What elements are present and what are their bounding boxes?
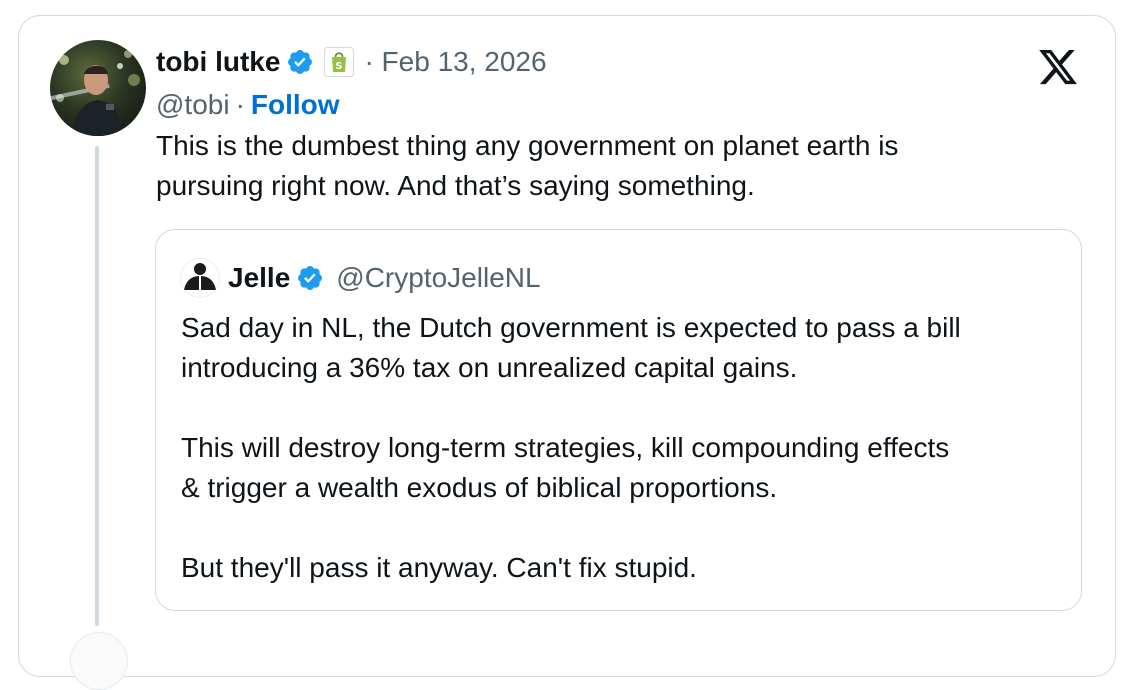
quoted-text-line: This will destroy long-term strategies, … [181,432,950,463]
tweet-text-line: This is the dumbest thing any government… [156,130,899,161]
separator: · [235,89,245,120]
quoted-tweet[interactable]: Jelle @CryptoJelleNL Sad day in NL, the … [155,229,1082,611]
follow-button[interactable]: Follow [251,89,340,121]
tweet-text: This is the dumbest thing any government… [156,126,1036,206]
thread-connector-line [95,146,99,626]
author-handle[interactable]: @tobi [156,89,230,121]
verified-badge-icon [286,48,314,76]
quoted-text-line: Sad day in NL, the Dutch government is e… [181,312,961,343]
quoted-author-name[interactable]: Jelle [228,262,290,294]
quoted-tweet-text: Sad day in NL, the Dutch government is e… [181,308,1061,588]
quoted-author-handle[interactable]: @CryptoJelleNL [336,262,540,294]
quoted-text-line: introducing a 36% tax on unrealized capi… [181,352,798,383]
quoted-text-line: & trigger a wealth exodus of biblical pr… [181,472,778,503]
shopify-bag-icon[interactable]: S [324,47,355,77]
next-reply-avatar [70,632,128,690]
tweet-text-line: pursuing right now. And that’s saying so… [156,170,755,201]
avatar[interactable] [50,40,146,136]
quoted-text-line: But they'll pass it anyway. Can't fix st… [181,552,697,583]
quoted-avatar[interactable] [180,258,220,298]
tweet-date[interactable]: · Feb 13, 2026 [364,46,546,78]
author-name[interactable]: tobi lutke [156,46,280,78]
verified-badge-icon [296,264,324,292]
quoted-tweet-header: Jelle @CryptoJelleNL [180,258,541,298]
svg-text:S: S [336,61,343,72]
x-logo-icon[interactable] [1036,46,1080,88]
tweet-subheader: @tobi · Follow [156,86,340,124]
tweet-header: tobi lutke S · Feb 13, 2026 [156,42,547,82]
